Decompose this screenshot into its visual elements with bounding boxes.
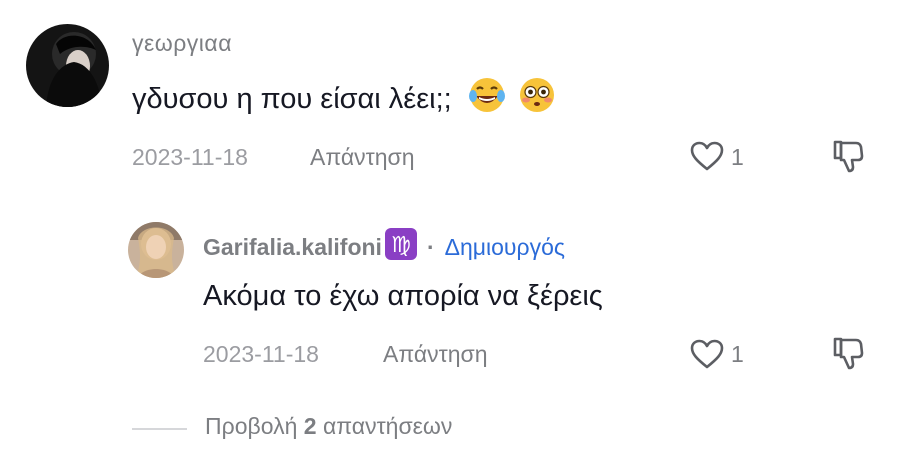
- comment-body: γδυσου η που είσαι λέει;;: [132, 83, 452, 116]
- creator-label: Δημιουργός: [444, 233, 565, 260]
- comment-date: 2023-11-18: [132, 144, 248, 170]
- comment-text: γδυσου η που είσαι λέει;;: [132, 76, 556, 116]
- heart-icon: [690, 339, 724, 369]
- reply-text: Ακόμα το έχω απορία να ξέρεις: [203, 280, 603, 312]
- flushed-face-icon: [518, 76, 556, 125]
- dislike-button[interactable]: [832, 138, 864, 174]
- view-replies-count: 2: [303, 413, 317, 439]
- reply-button[interactable]: Απάντηση: [310, 144, 415, 171]
- avatar-image: [26, 24, 109, 107]
- face-with-tears-of-joy-icon: [468, 76, 506, 125]
- reply-like-count: 1: [731, 341, 744, 367]
- reply-username[interactable]: Garifalia.kalifoni: [203, 234, 382, 261]
- svg-text:♍: ♍: [391, 233, 411, 258]
- view-replies-divider: [132, 428, 187, 430]
- avatar[interactable]: [26, 24, 109, 107]
- separator-dot: ·: [426, 233, 435, 260]
- reply-avatar[interactable]: [128, 222, 184, 278]
- virgo-sign-icon: ♍: [384, 228, 417, 266]
- reply-reply-button[interactable]: Απάντηση: [383, 341, 488, 368]
- view-replies-suffix: απαντήσεων: [322, 413, 453, 439]
- view-replies-button[interactable]: Προβολή 2 απαντήσεων: [205, 413, 452, 440]
- thumbs-down-icon: [833, 337, 864, 370]
- like-button[interactable]: [690, 138, 724, 174]
- reply-like-button[interactable]: [690, 336, 724, 372]
- like-count: 1: [731, 144, 744, 170]
- comment-username[interactable]: γεωργιαα: [132, 30, 232, 57]
- reply-header: Garifalia.kalifoni ♍ · Δημιουργός: [203, 228, 565, 266]
- reply-date: 2023-11-18: [203, 341, 319, 367]
- heart-icon: [690, 141, 724, 171]
- view-replies-prefix: Προβολή: [205, 413, 298, 439]
- reply-avatar-image: [128, 222, 184, 278]
- reply-dislike-button[interactable]: [832, 335, 864, 371]
- thumbs-down-icon: [833, 140, 864, 173]
